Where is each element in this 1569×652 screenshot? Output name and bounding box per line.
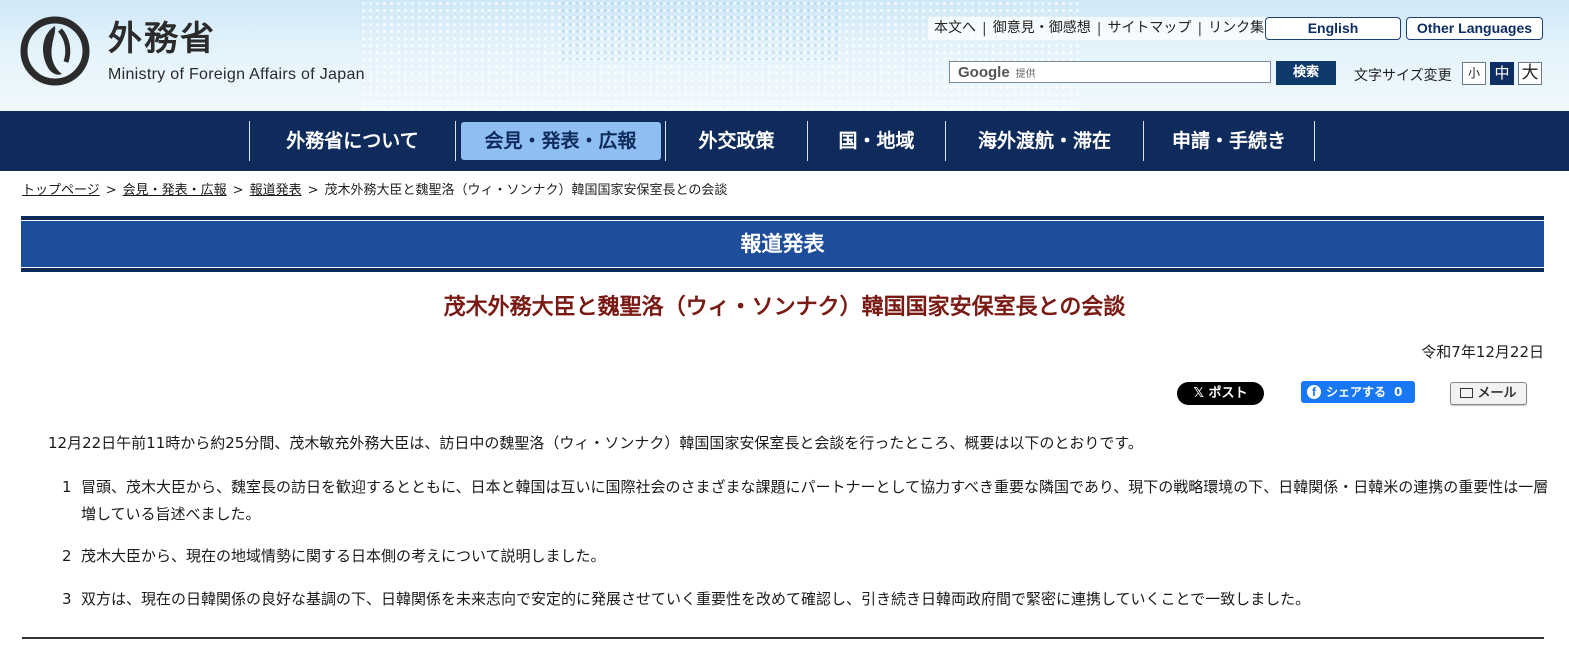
breadcrumb-link-press[interactable]: 会見・発表・広報 — [123, 183, 227, 198]
world-map-decoration-accent — [560, 0, 840, 60]
share-fb-count: 0 — [1394, 385, 1403, 399]
logo-english: Ministry of Foreign Affairs of Japan — [108, 66, 365, 83]
paragraph-text: 茂木大臣から、現在の地域情勢に関する日本側の考えについて説明しました。 — [81, 547, 606, 565]
nav-item-travel[interactable]: 海外渡航・滞在 — [945, 121, 1143, 161]
paragraph-number: 2 — [62, 547, 72, 565]
nav-item-label: 外交政策 — [698, 130, 775, 152]
share-mail-button[interactable]: メール — [1450, 382, 1527, 405]
breadcrumb-link-releases[interactable]: 報道発表 — [250, 183, 302, 198]
nav-item-regions[interactable]: 国・地域 — [807, 121, 945, 161]
article-paragraph: 2 茂木大臣から、現在の地域情勢に関する日本側の考えについて説明しました。 — [62, 543, 1551, 570]
google-logo: Google — [958, 63, 1010, 81]
google-provided-label: 提供 — [1015, 68, 1036, 80]
nav-item-label: 国・地域 — [838, 130, 915, 152]
nav-item-about[interactable]: 外務省について — [249, 121, 455, 161]
breadcrumb-current: 茂木外務大臣と魏聖洛（ウィ・ソンナク）韓国国家安保室長との会談 — [324, 183, 728, 198]
english-button[interactable]: English — [1265, 17, 1401, 40]
content-divider — [22, 637, 1544, 639]
breadcrumb-separator: > — [307, 183, 319, 198]
util-link-main-content[interactable]: 本文へ — [928, 17, 982, 40]
facebook-icon: f — [1307, 385, 1321, 399]
breadcrumb-separator: > — [105, 183, 117, 198]
share-x-label: ポスト — [1208, 386, 1248, 401]
article-date: 令和7年12月22日 — [1421, 343, 1544, 361]
other-languages-button[interactable]: Other Languages — [1406, 17, 1543, 40]
paragraph-number: 1 — [62, 478, 72, 496]
paragraph-text: 冒頭、茂木大臣から、魏室長の訪日を歓迎するとともに、日本と韓国は互いに国際社会の… — [81, 478, 1549, 523]
share-x-button[interactable]: 𝕏 ポスト — [1177, 382, 1264, 405]
share-facebook-button[interactable]: f シェアする 0 — [1301, 381, 1415, 403]
nav-item-label: 会見・発表・広報 — [460, 122, 661, 160]
section-title: 報道発表 — [21, 220, 1544, 268]
util-link-sitemap[interactable]: サイトマップ — [1101, 17, 1197, 40]
share-fb-label: シェアする — [1326, 385, 1387, 399]
nav-item-procedures[interactable]: 申請・手続き — [1143, 121, 1315, 161]
article-paragraph: 1 冒頭、茂木大臣から、魏室長の訪日を歓迎するとともに、日本と韓国は互いに国際社… — [62, 474, 1551, 528]
nav-item-label: 海外渡航・滞在 — [977, 130, 1111, 152]
article-paragraph: 3 双方は、現在の日韓関係の良好な基調の下、日韓関係を未来志向で安定的に発展させ… — [62, 586, 1551, 613]
section-header: 報道発表 — [21, 216, 1544, 272]
search-input[interactable]: Google 提供 — [949, 61, 1271, 83]
mail-icon — [1460, 388, 1474, 398]
logo-japanese: 外務省 — [108, 19, 216, 59]
font-size-medium-button[interactable]: 中 — [1490, 62, 1514, 85]
site-header: 外務省 Ministry of Foreign Affairs of Japan… — [0, 0, 1569, 111]
utility-links: 本文へ | 御意見・御感想 | サイトマップ | リンク集 — [928, 17, 1271, 40]
breadcrumb-separator: > — [232, 183, 244, 198]
paragraph-number: 3 — [62, 590, 72, 608]
search-button[interactable]: 検索 — [1276, 61, 1336, 85]
font-size-label: 文字サイズ変更 — [1354, 68, 1452, 84]
share-mail-label: メール — [1477, 386, 1517, 401]
breadcrumb-link-top[interactable]: トップページ — [22, 183, 100, 198]
nav-item-label: 外務省について — [286, 130, 419, 152]
article-title: 茂木外務大臣と魏聖洛（ウィ・ソンナク）韓国国家安保室長との会談 — [443, 295, 1126, 320]
mofa-emblem-icon — [20, 16, 90, 86]
x-logo-icon: 𝕏 — [1193, 386, 1204, 401]
nav-item-policy[interactable]: 外交政策 — [665, 121, 807, 161]
paragraph-text: 双方は、現在の日韓関係の良好な基調の下、日韓関係を未来志向で安定的に発展させてい… — [81, 590, 1311, 608]
util-link-links[interactable]: リンク集 — [1202, 17, 1270, 40]
global-nav: 外務省について 会見・発表・広報 外交政策 国・地域 海外渡航・滞在 申請・手続… — [0, 111, 1569, 171]
font-size-small-button[interactable]: 小 — [1462, 62, 1486, 85]
font-size-large-button[interactable]: 大 — [1518, 62, 1542, 85]
breadcrumb: トップページ > 会見・発表・広報 > 報道発表 > 茂木外務大臣と魏聖洛（ウィ・ソンナク）… — [22, 179, 727, 198]
nav-item-label: 申請・手続き — [1171, 130, 1286, 152]
site-logo[interactable]: 外務省 Ministry of Foreign Affairs of Japan — [20, 16, 365, 86]
nav-item-press[interactable]: 会見・発表・広報 — [455, 121, 665, 161]
util-link-feedback[interactable]: 御意見・御感想 — [987, 17, 1097, 40]
article-lead: 12月22日午前11時から約25分間、茂木敏充外務大臣は、訪日中の魏聖洛（ウィ・… — [48, 434, 1143, 452]
